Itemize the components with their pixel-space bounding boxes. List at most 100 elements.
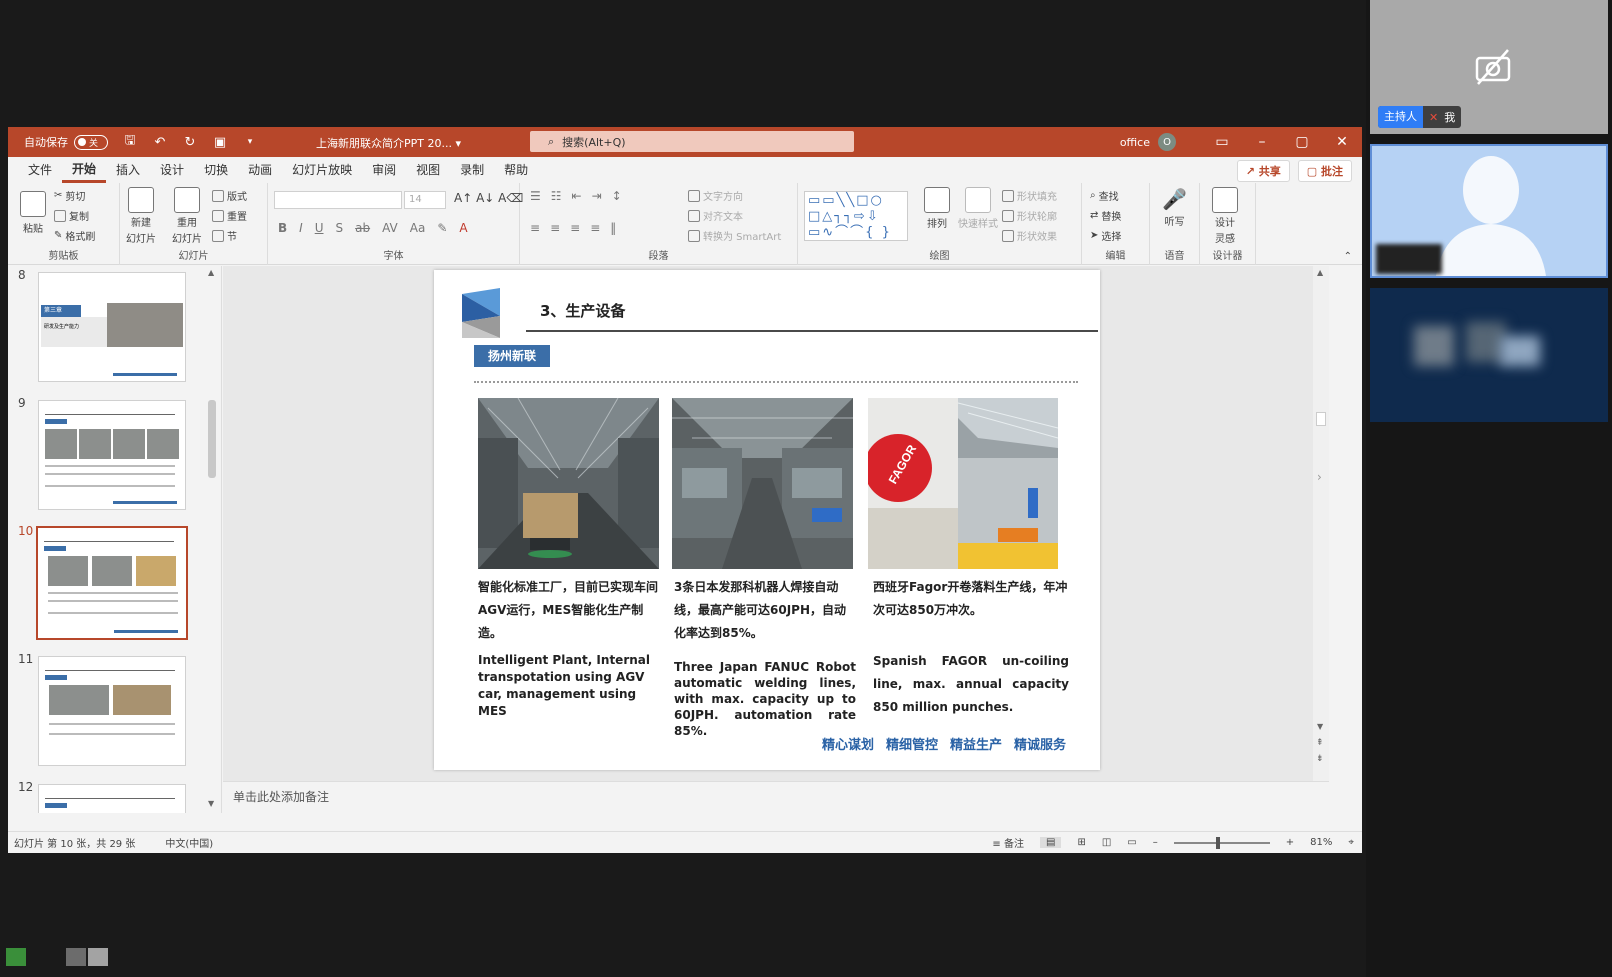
bold-icon[interactable]: B bbox=[278, 221, 287, 235]
taskbar-app-icon[interactable] bbox=[66, 948, 86, 966]
align-text-button[interactable]: 对齐文本 bbox=[688, 208, 743, 223]
highlight-icon[interactable]: ✎ bbox=[437, 221, 447, 235]
scroll-down-icon[interactable]: ▼ bbox=[1317, 722, 1323, 731]
zoom-slider-knob[interactable] bbox=[1215, 836, 1220, 849]
comment-button[interactable]: ▢ 批注 bbox=[1297, 160, 1352, 182]
justify-icon[interactable]: ≡ bbox=[590, 221, 600, 235]
agv-plant-photo[interactable] bbox=[478, 398, 659, 569]
indent-decrease-icon[interactable]: ⇤ bbox=[572, 189, 582, 203]
numbering-icon[interactable]: ☷ bbox=[551, 189, 562, 203]
save-icon[interactable]: 🖫 bbox=[122, 133, 138, 150]
present-icon[interactable]: ▣ bbox=[212, 134, 228, 150]
participant-tile-3[interactable] bbox=[1370, 288, 1608, 422]
case-icon[interactable]: Aa bbox=[410, 221, 426, 235]
align-right-icon[interactable]: ≡ bbox=[570, 221, 580, 235]
slideshow-icon[interactable]: ▭ bbox=[1127, 837, 1136, 848]
tab-design[interactable]: 设计 bbox=[150, 157, 194, 183]
paste-button[interactable]: 粘贴 bbox=[20, 191, 46, 235]
font-format-buttons[interactable]: B I U Sab AV Aa ✎ A bbox=[278, 221, 468, 235]
collapse-ribbon-icon[interactable]: ⌃ bbox=[1344, 251, 1352, 262]
thumbnails-scrollbar[interactable]: ▲ ▼ bbox=[206, 268, 218, 808]
customize-qat-icon[interactable]: ▾ bbox=[242, 134, 258, 150]
slide-title[interactable]: 3、生产设备 bbox=[540, 300, 625, 321]
tab-file[interactable]: 文件 bbox=[18, 157, 62, 183]
zoom-out-icon[interactable]: – bbox=[1153, 837, 1158, 848]
font-color-icon[interactable]: A bbox=[459, 221, 467, 235]
participant-tile-2[interactable] bbox=[1370, 144, 1608, 278]
ribbon-display-icon[interactable]: ▭ bbox=[1202, 134, 1242, 150]
tab-help[interactable]: 帮助 bbox=[494, 157, 538, 183]
tab-slideshow[interactable]: 幻灯片放映 bbox=[282, 157, 362, 183]
slide-thumbnail-9[interactable] bbox=[38, 400, 186, 510]
fagor-press-photo[interactable]: FAGOR bbox=[868, 398, 1058, 569]
tab-view[interactable]: 视图 bbox=[406, 157, 450, 183]
share-button[interactable]: ↗ 共享 bbox=[1236, 160, 1290, 182]
notes-toggle-button[interactable]: ≡ 备注 bbox=[992, 835, 1024, 850]
slide-thumbnail-11[interactable] bbox=[38, 656, 186, 766]
minimize-button[interactable]: – bbox=[1242, 134, 1282, 150]
new-slide-button[interactable]: 新建 幻灯片 bbox=[126, 187, 156, 245]
notes-pane[interactable]: 单击此处添加备注 bbox=[223, 781, 1329, 811]
previous-slide-icon[interactable]: ⇞ bbox=[1316, 738, 1324, 748]
current-slide[interactable]: 3、生产设备 扬州新联 FAGOR 智能化标准工厂，目前已实现车间AGV运行，M… bbox=[434, 270, 1100, 770]
align-center-icon[interactable]: ≡ bbox=[550, 221, 560, 235]
list-buttons[interactable]: ☰ ☷ ⇤ ⇥ ↕ bbox=[530, 189, 622, 203]
cut-button[interactable]: ✂ 剪切 bbox=[54, 188, 85, 203]
columns-icon[interactable]: ‖ bbox=[610, 221, 616, 235]
layout-button[interactable]: 版式 bbox=[212, 188, 247, 203]
tab-record[interactable]: 录制 bbox=[450, 157, 494, 183]
slide-thumbnail-10[interactable] bbox=[36, 526, 188, 640]
bullets-icon[interactable]: ☰ bbox=[530, 189, 541, 203]
tab-animations[interactable]: 动画 bbox=[238, 157, 282, 183]
find-button[interactable]: ⌕ 查找 bbox=[1090, 188, 1119, 203]
copy-button[interactable]: 复制 bbox=[54, 208, 89, 223]
next-slide-icon[interactable]: ⇟ bbox=[1316, 754, 1324, 764]
account-name[interactable]: office bbox=[1120, 136, 1150, 149]
slide-thumbnail-8[interactable]: 第三章 研发及生产能力 bbox=[38, 272, 186, 382]
scroll-up-icon[interactable]: ▲ bbox=[1317, 268, 1323, 277]
caption-en-1[interactable]: Intelligent Plant, Internal transpotatio… bbox=[478, 652, 658, 720]
underline-icon[interactable]: U bbox=[315, 221, 324, 235]
caption-en-2[interactable]: Three Japan FANUC Robot automatic weldin… bbox=[674, 659, 856, 739]
line-spacing-icon[interactable]: ↕ bbox=[612, 189, 622, 203]
tab-review[interactable]: 审阅 bbox=[362, 157, 406, 183]
language-indicator[interactable]: 中文(中国) bbox=[165, 835, 213, 850]
normal-view-icon[interactable]: ▤ bbox=[1039, 837, 1062, 848]
document-title[interactable]: 上海新朋联众简介PPT 20... ▾ bbox=[316, 135, 461, 151]
scroll-up-icon[interactable]: ▲ bbox=[208, 268, 214, 277]
slogan-item[interactable]: 精细管控 bbox=[886, 734, 938, 753]
align-buttons[interactable]: ≡ ≡ ≡ ≡ ‖ bbox=[530, 221, 616, 235]
caption-en-3[interactable]: Spanish FAGOR un-coiling line, max. annu… bbox=[873, 650, 1069, 719]
slide-vertical-scrollbar[interactable]: ▲ › ▼ ⇞ ⇟ bbox=[1313, 266, 1329, 781]
shapes-gallery[interactable]: ▭▭╲╲□○ □△┐┐⇨⇩ ▭∿⌒⌒{ } bbox=[804, 191, 908, 241]
close-button[interactable]: ✕ bbox=[1322, 134, 1362, 150]
autosave-toggle[interactable]: 关 bbox=[74, 134, 108, 150]
tab-home[interactable]: 开始 bbox=[62, 157, 107, 183]
dictate-button[interactable]: 🎤 听写 bbox=[1162, 187, 1187, 228]
strike-icon[interactable]: ab bbox=[355, 221, 370, 235]
undo-icon[interactable]: ↶ bbox=[152, 134, 168, 150]
next-slide-chevron-icon[interactable]: › bbox=[1317, 470, 1322, 484]
taskbar-app-icon[interactable] bbox=[88, 948, 108, 966]
shadow-icon[interactable]: S bbox=[336, 221, 344, 235]
replace-button[interactable]: ⇄ 替换 bbox=[1090, 208, 1121, 223]
caption-cn-1[interactable]: 智能化标准工厂，目前已实现车间AGV运行，MES智能化生产制造。 bbox=[478, 576, 658, 645]
design-ideas-button[interactable]: 设计 灵感 bbox=[1212, 187, 1238, 245]
slogan-item[interactable]: 精诚服务 bbox=[1014, 734, 1066, 753]
slogan-item[interactable]: 精益生产 bbox=[950, 734, 1002, 753]
slide-thumbnail-12[interactable] bbox=[38, 784, 186, 813]
reading-view-icon[interactable]: ◫ bbox=[1102, 837, 1111, 848]
scroll-thumb[interactable] bbox=[208, 400, 216, 478]
format-painter-button[interactable]: ✎ 格式刷 bbox=[54, 228, 95, 243]
autosave-control[interactable]: 自动保存 关 bbox=[24, 134, 108, 150]
maximize-button[interactable]: ▢ bbox=[1282, 134, 1322, 150]
redo-icon[interactable]: ↻ bbox=[182, 134, 198, 150]
text-direction-button[interactable]: 文字方向 bbox=[688, 188, 743, 203]
shape-fill-button[interactable]: 形状填充 bbox=[1002, 188, 1057, 203]
zoom-slider[interactable] bbox=[1173, 836, 1270, 849]
account-avatar[interactable]: O bbox=[1158, 133, 1176, 151]
welding-line-photo[interactable] bbox=[672, 398, 853, 569]
search-box[interactable]: ⌕ 搜索(Alt+Q) bbox=[530, 131, 854, 152]
align-left-icon[interactable]: ≡ bbox=[530, 221, 540, 235]
reuse-slides-button[interactable]: 重用 幻灯片 bbox=[172, 187, 202, 245]
